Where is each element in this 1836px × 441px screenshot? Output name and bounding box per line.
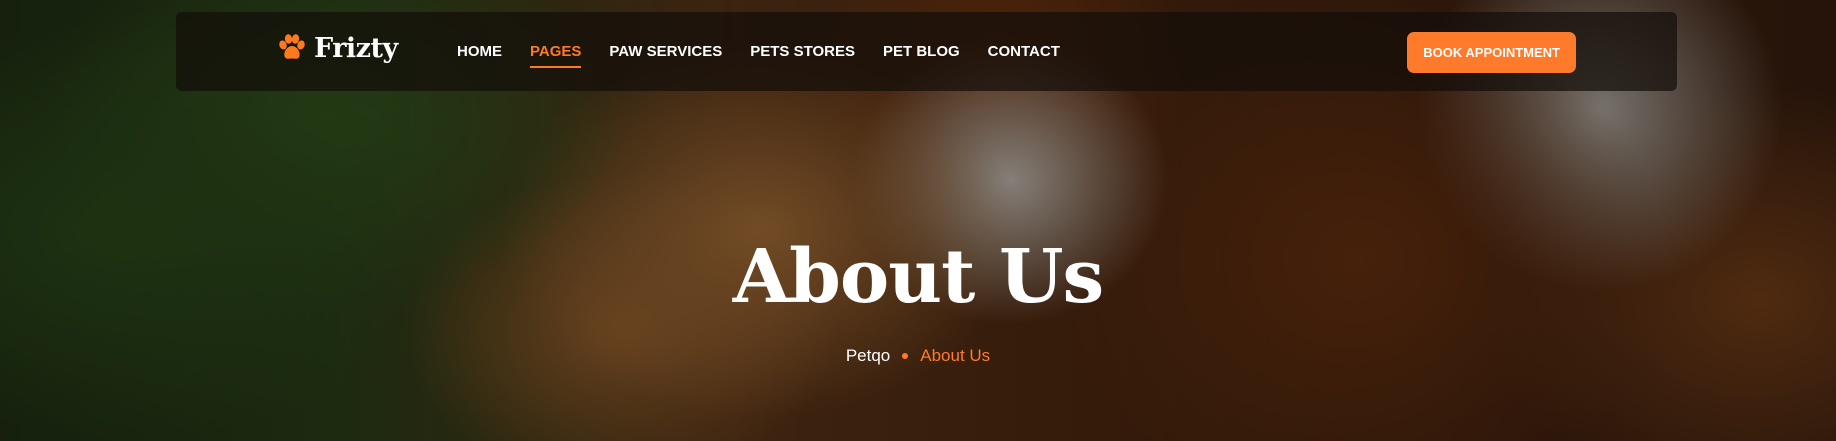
menu-item-paw-services[interactable]: PAW SERVICES <box>609 37 722 66</box>
menu-item-pages[interactable]: PAGES <box>530 37 582 68</box>
menu-item-home[interactable]: HOME <box>457 37 502 66</box>
breadcrumb-current-page: About Us <box>920 346 991 365</box>
menu-item-pets-stores[interactable]: PETS STORES <box>750 37 855 66</box>
menu-item-contact[interactable]: CONTACT <box>988 37 1060 66</box>
header-navbar: Frizty HOME PAGES PAW SERVICES PETS STOR… <box>176 12 1677 91</box>
paw-icon <box>279 34 305 59</box>
book-appointment-button[interactable]: BOOK APPOINTMENT <box>1407 32 1576 73</box>
breadcrumb-home-link[interactable]: Petqo <box>846 346 890 366</box>
breadcrumb: Petqo About Us <box>0 346 1836 366</box>
main-menu: HOME PAGES PAW SERVICES PETS STORES PET … <box>457 12 1060 91</box>
page-title: About Us <box>732 234 1104 320</box>
menu-item-pet-blog[interactable]: PET BLOG <box>883 37 960 66</box>
brand-name: Frizty <box>314 32 398 64</box>
brand-logo[interactable]: Frizty <box>276 32 398 64</box>
breadcrumb-separator-dot-icon <box>902 353 909 359</box>
